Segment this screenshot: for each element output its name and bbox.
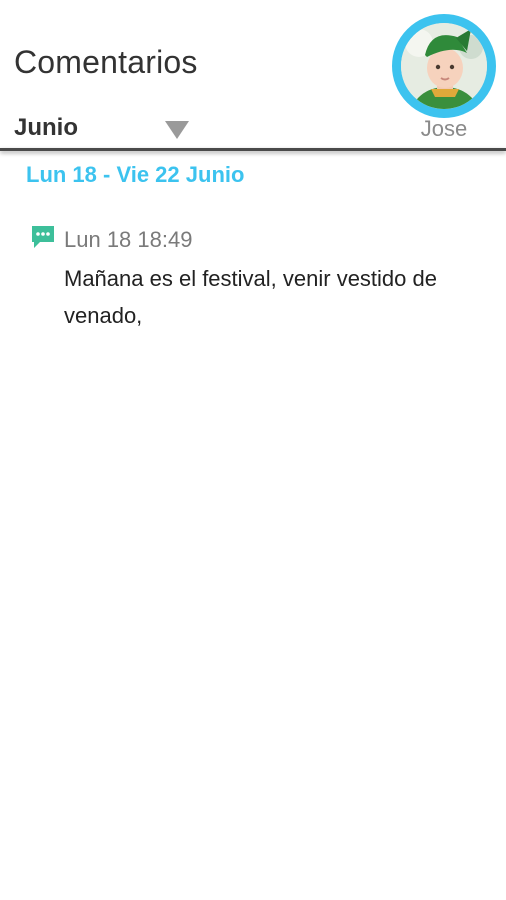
page-title: Comentarios (14, 44, 198, 80)
avatar (392, 14, 496, 118)
chat-bubble-icon (32, 226, 54, 248)
header-divider (0, 148, 506, 151)
child-profile-button[interactable]: Jose (388, 12, 496, 144)
week-header: Lun 18 - Vie 22 Junio (26, 162, 245, 187)
app-header: Comentarios Junio Jose (0, 0, 506, 148)
dropdown-triangle-icon (165, 121, 189, 139)
month-dropdown[interactable]: Junio (14, 112, 192, 144)
month-dropdown-value: Junio (14, 114, 78, 141)
comment-text: Mañana es el festival, venir vestido de … (64, 266, 437, 328)
comments-screen: Comentarios Junio Jose Lun 18 - Vie 22 J… (0, 0, 506, 900)
profile-name: Jose (420, 116, 468, 141)
comment-timestamp: Lun 18 18:49 (64, 227, 193, 252)
child-photo-icon (401, 23, 487, 109)
